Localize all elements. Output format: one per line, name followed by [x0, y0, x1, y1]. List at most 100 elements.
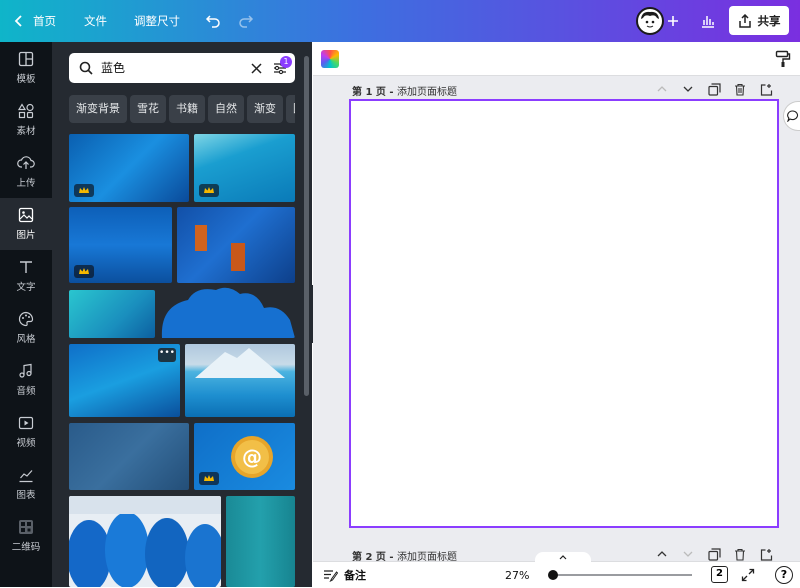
help-button[interactable]: ? — [775, 566, 793, 584]
help-label: ? — [780, 568, 788, 581]
chart-icon — [19, 470, 33, 483]
photo-thumbnail[interactable] — [69, 423, 189, 490]
page-1-label: 第 1 页 - 添加页面标题 — [352, 83, 457, 98]
delete-page-button[interactable] — [731, 80, 749, 98]
qrcode-icon — [19, 520, 33, 534]
bar-chart-icon — [702, 16, 714, 28]
page-count-button[interactable]: 2 — [711, 566, 728, 583]
photo-thumbnail[interactable] — [194, 134, 295, 202]
share-button[interactable]: 共享 — [729, 6, 789, 35]
chip-gradient[interactable]: 渐变 — [247, 95, 283, 123]
top-bar: 首页 文件 调整尺寸 共享 — [0, 0, 800, 42]
share-label: 共享 — [757, 13, 781, 28]
file-menu-button[interactable]: 文件 — [84, 0, 107, 42]
photo-thumbnail[interactable] — [177, 207, 295, 283]
nav-item-uploads[interactable]: 上传 — [0, 146, 52, 198]
redo-button[interactable] — [233, 8, 259, 34]
page-1-number: 第 1 页 - — [352, 87, 398, 98]
premium-crown-icon — [74, 184, 94, 197]
chip-nature[interactable]: 自然 — [208, 95, 244, 123]
add-page-icon — [760, 548, 772, 561]
video-icon — [18, 416, 34, 430]
nav-label: 二维码 — [11, 542, 41, 553]
color-picker-icon[interactable] — [321, 50, 339, 68]
resize-button[interactable]: 调整尺寸 — [134, 0, 180, 42]
expand-pages-button[interactable] — [535, 552, 591, 564]
nav-item-text[interactable]: 文字 — [0, 250, 52, 302]
suggestion-chips: 渐变背景雪花书籍自然渐变图 — [69, 95, 295, 123]
nav-item-video[interactable]: 视频 — [0, 406, 52, 458]
home-button[interactable]: 首页 — [14, 0, 56, 42]
undo-button[interactable] — [200, 8, 226, 34]
notes-button[interactable]: 备注 — [323, 562, 366, 588]
nav-item-charts[interactable]: 图表 — [0, 458, 52, 510]
photo-thumbnail[interactable] — [226, 496, 295, 587]
photos-panel: 蓝色 1 渐变背景雪花书籍自然渐变图 ••• @ — [52, 42, 312, 587]
photo-thumbnail[interactable] — [69, 290, 155, 338]
cloud-graphic[interactable] — [160, 286, 295, 338]
chip-books[interactable]: 书籍 — [169, 95, 205, 123]
music-icon — [19, 363, 32, 378]
premium-crown-icon — [199, 472, 219, 485]
photo-thumbnail[interactable] — [69, 496, 221, 587]
chip-snowflake[interactable]: 雪花 — [130, 95, 166, 123]
template-icon — [18, 51, 34, 67]
filter-count-badge: 1 — [280, 56, 292, 68]
photo-thumbnail[interactable] — [185, 344, 295, 417]
zoom-slider-handle[interactable] — [548, 570, 558, 580]
search-box[interactable]: 蓝色 1 — [69, 53, 295, 83]
paint-roller-icon[interactable] — [775, 50, 791, 68]
duplicate-page-button[interactable] — [705, 80, 723, 98]
nav-label: 图表 — [16, 490, 36, 501]
nav-item-templates[interactable]: 模板 — [0, 42, 52, 94]
nav-item-styles[interactable]: 风格 — [0, 302, 52, 354]
zoom-slider[interactable] — [552, 574, 692, 576]
comment-icon — [787, 110, 799, 122]
nav-item-photos[interactable]: 图片 — [0, 198, 52, 250]
resize-label: 调整尺寸 — [134, 14, 180, 28]
search-input[interactable]: 蓝色 — [101, 53, 125, 83]
duplicate-icon — [707, 547, 721, 561]
photo-thumbnail[interactable]: ••• — [69, 344, 180, 417]
plus-icon — [668, 16, 678, 26]
trash-icon — [735, 548, 745, 561]
fullscreen-icon[interactable] — [741, 568, 755, 582]
premium-crown-icon — [74, 265, 94, 278]
undo-icon — [205, 15, 220, 28]
chip-more[interactable]: 图 — [286, 95, 295, 123]
clear-search-icon[interactable] — [251, 63, 262, 74]
photo-icon — [18, 207, 34, 223]
add-collaborator-button[interactable] — [660, 8, 686, 34]
page-down-button[interactable] — [679, 80, 697, 98]
add-page-button[interactable] — [757, 80, 775, 98]
palette-icon — [18, 311, 34, 327]
file-label: 文件 — [84, 14, 107, 28]
page-up-button[interactable] — [653, 80, 671, 98]
duplicate-icon — [707, 82, 721, 96]
photo-thumbnail[interactable]: @ — [194, 423, 295, 490]
elements-icon — [18, 103, 34, 119]
nav-item-audio[interactable]: 音频 — [0, 354, 52, 406]
more-options-icon[interactable]: ••• — [158, 348, 176, 362]
zoom-level[interactable]: 27% — [505, 562, 529, 588]
nav-label: 文字 — [16, 282, 36, 293]
chevron-left-icon — [14, 15, 22, 27]
chevron-up-icon — [657, 86, 667, 92]
notes-icon — [324, 569, 338, 582]
upload-icon — [17, 156, 35, 169]
nav-label: 风格 — [16, 334, 36, 345]
insights-button[interactable] — [695, 8, 721, 34]
text-icon — [20, 261, 32, 273]
photo-thumbnail[interactable] — [69, 207, 172, 283]
page-1-title-input[interactable]: 添加页面标题 — [397, 87, 457, 98]
panel-scrollbar[interactable] — [304, 56, 309, 396]
nav-label: 素材 — [16, 126, 36, 137]
home-label: 首页 — [33, 14, 56, 28]
nav-item-elements[interactable]: 素材 — [0, 94, 52, 146]
photo-thumbnail[interactable] — [69, 134, 189, 202]
share-icon — [738, 13, 751, 28]
chip-gradient-bg[interactable]: 渐变背景 — [69, 95, 127, 123]
nav-item-qrcode[interactable]: 二维码 — [0, 510, 52, 562]
nav-label: 模板 — [16, 74, 36, 85]
design-page-1[interactable] — [349, 99, 779, 528]
